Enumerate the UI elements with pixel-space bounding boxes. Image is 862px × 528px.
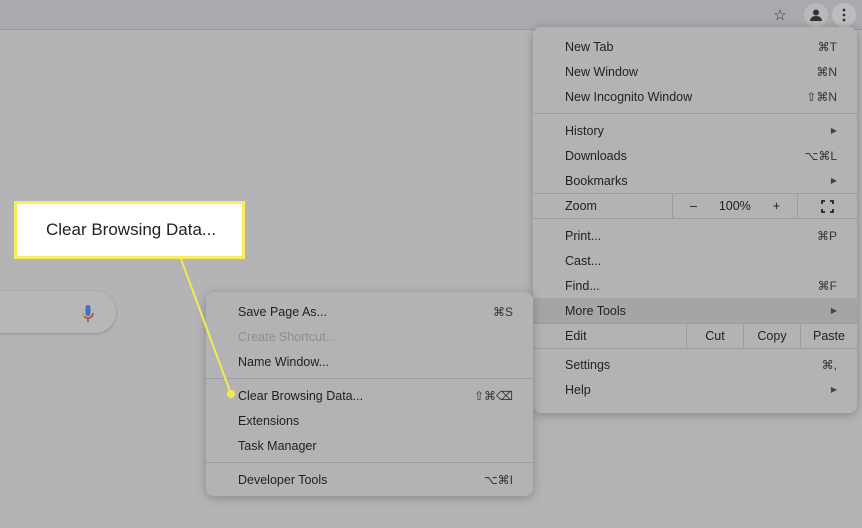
zoom-out-button[interactable]: – xyxy=(690,199,697,213)
menu-item-cast[interactable]: Cast... xyxy=(533,248,857,273)
menu-item-downloads[interactable]: Downloads ⌥⌘L xyxy=(533,143,857,168)
zoom-label: Zoom xyxy=(565,199,597,213)
menu-item-label: Name Window... xyxy=(238,354,330,369)
keyboard-shortcut: ⇧⌘⌫ xyxy=(473,388,513,403)
menu-group-history: History ▶ Downloads ⌥⌘L Bookmarks ▶ xyxy=(533,118,857,193)
menu-group-windows: New Tab ⌘T New Window ⌘N New Incognito Windo… xyxy=(533,34,857,109)
menu-item-label: New Tab xyxy=(565,39,614,54)
edit-label: Edit xyxy=(565,329,587,343)
submenu-item-name-window[interactable]: Name Window... xyxy=(206,349,533,374)
keyboard-shortcut: ⇧⌘N xyxy=(806,89,837,104)
menu-item-new-incognito-window[interactable]: New Incognito Window ⇧⌘N xyxy=(533,84,857,109)
menu-item-label: Settings xyxy=(565,357,611,372)
submenu-item-save-page-as[interactable]: Save Page As... ⌘S xyxy=(206,299,533,324)
menu-item-label: Find... xyxy=(565,278,600,293)
submenu-item-task-manager[interactable]: Task Manager xyxy=(206,433,533,458)
zoom-controls: – 100% + xyxy=(672,194,797,218)
bookmark-star-icon[interactable]: ☆ xyxy=(768,3,792,27)
zoom-in-button[interactable]: + xyxy=(773,199,780,213)
keyboard-shortcut: ⌘T xyxy=(817,39,837,54)
keyboard-shortcut: ⌘N xyxy=(816,64,837,79)
menu-item-label: Cast... xyxy=(565,253,602,268)
menu-item-label: New Incognito Window xyxy=(565,89,693,104)
submenu-arrow-icon: ▶ xyxy=(830,306,837,315)
cut-button[interactable]: Cut xyxy=(686,324,743,348)
menu-item-label: More Tools xyxy=(565,303,626,318)
menu-item-help[interactable]: Help ▶ xyxy=(533,377,857,402)
submenu-group-dev: Developer Tools ⌥⌘I xyxy=(206,467,533,492)
menu-item-label: Clear Browsing Data... xyxy=(238,388,364,403)
zoom-level: 100% xyxy=(718,199,751,213)
menu-item-new-window[interactable]: New Window ⌘N xyxy=(533,59,857,84)
menu-group-settings: Settings ⌘, Help ▶ xyxy=(533,352,857,402)
menu-item-bookmarks[interactable]: Bookmarks ▶ xyxy=(533,168,857,193)
paste-button[interactable]: Paste xyxy=(800,324,857,348)
menu-item-label: Print... xyxy=(565,228,602,243)
menu-group-tools: Print... ⌘P Cast... Find... ⌘F More Tools ▶ xyxy=(533,223,857,323)
submenu-arrow-icon: ▶ xyxy=(830,126,837,135)
submenu-group-data: Clear Browsing Data... ⇧⌘⌫ Extensions Task … xyxy=(206,383,533,458)
fullscreen-icon xyxy=(821,199,834,213)
more-tools-submenu: Save Page As... ⌘S Create Shortcut... Name … xyxy=(206,292,533,496)
keyboard-shortcut: ⌘S xyxy=(492,304,513,319)
submenu-item-create-shortcut: Create Shortcut... xyxy=(206,324,533,349)
menu-item-new-tab[interactable]: New Tab ⌘T xyxy=(533,34,857,59)
menu-item-label: Help xyxy=(565,382,591,397)
divider xyxy=(206,462,533,463)
keyboard-shortcut: ⌥⌘I xyxy=(483,472,513,487)
submenu-arrow-icon: ▶ xyxy=(830,385,837,394)
submenu-group-page: Save Page As... ⌘S Create Shortcut... Name … xyxy=(206,299,533,374)
menu-item-more-tools[interactable]: More Tools ▶ xyxy=(533,298,857,323)
divider xyxy=(533,113,857,114)
menu-item-label: Developer Tools xyxy=(238,472,328,487)
chrome-main-menu: New Tab ⌘T New Window ⌘N New Incognito Windo… xyxy=(533,27,857,413)
submenu-item-clear-browsing-data[interactable]: Clear Browsing Data... ⇧⌘⌫ xyxy=(206,383,533,408)
menu-item-label: Extensions xyxy=(238,413,300,428)
menu-item-label: New Window xyxy=(565,64,638,79)
divider xyxy=(206,378,533,379)
submenu-arrow-icon: ▶ xyxy=(830,176,837,185)
menu-item-label: Create Shortcut... xyxy=(238,329,336,344)
menu-item-label: Save Page As... xyxy=(238,304,327,319)
chrome-menu-icon[interactable] xyxy=(832,3,856,27)
callout-label: Clear Browsing Data... xyxy=(14,201,245,259)
menu-item-find[interactable]: Find... ⌘F xyxy=(533,273,857,298)
menu-item-settings[interactable]: Settings ⌘, xyxy=(533,352,857,377)
keyboard-shortcut: ⌘F xyxy=(817,278,837,293)
submenu-item-extensions[interactable]: Extensions xyxy=(206,408,533,433)
microphone-icon[interactable] xyxy=(80,304,96,324)
keyboard-shortcut: ⌘P xyxy=(816,228,837,243)
menu-item-print[interactable]: Print... ⌘P xyxy=(533,223,857,248)
menu-item-label: Downloads xyxy=(565,148,627,163)
profile-icon[interactable] xyxy=(804,3,828,27)
menu-item-history[interactable]: History ▶ xyxy=(533,118,857,143)
fullscreen-button[interactable] xyxy=(797,194,857,218)
copy-button[interactable]: Copy xyxy=(743,324,800,348)
menu-item-label: Task Manager xyxy=(238,438,317,453)
submenu-item-developer-tools[interactable]: Developer Tools ⌥⌘I xyxy=(206,467,533,492)
menu-item-label: Bookmarks xyxy=(565,173,628,188)
edit-row: Edit Cut Copy Paste xyxy=(533,323,857,349)
keyboard-shortcut: ⌥⌘L xyxy=(804,148,837,163)
keyboard-shortcut: ⌘, xyxy=(821,357,837,372)
browser-toolbar: ☆ xyxy=(0,0,862,30)
zoom-row: Zoom – 100% + xyxy=(533,193,857,219)
search-box[interactable] xyxy=(0,291,116,333)
menu-item-label: History xyxy=(565,123,604,138)
